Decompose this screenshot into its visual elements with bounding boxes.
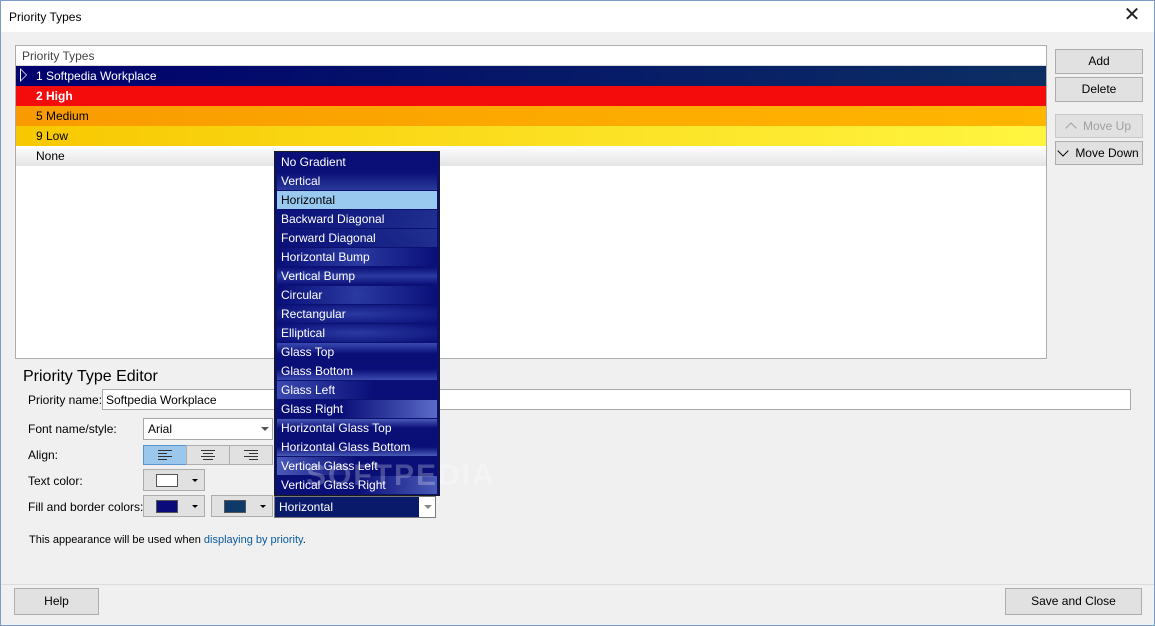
- chevron-down-icon: [192, 505, 198, 508]
- priority-name-input[interactable]: Softpedia Workplace: [102, 389, 1131, 410]
- close-icon[interactable]: ✕: [1110, 1, 1154, 32]
- chevron-down-icon: [424, 505, 432, 509]
- chevron-down-icon: [261, 427, 269, 431]
- list-row[interactable]: 2 High: [16, 86, 1046, 106]
- title-bar: Priority Types ✕: [1, 1, 1154, 32]
- gradient-option[interactable]: Glass Left: [277, 381, 437, 399]
- gradient-option-label: Forward Diagonal: [281, 231, 376, 245]
- gradient-option[interactable]: Forward Diagonal: [277, 229, 437, 247]
- info-text: This appearance will be used when displa…: [29, 534, 306, 546]
- gradient-option[interactable]: Horizontal Glass Top: [277, 419, 437, 437]
- gradient-option[interactable]: Glass Top: [277, 343, 437, 361]
- gradient-option-label: Horizontal Bump: [281, 250, 370, 264]
- gradient-option[interactable]: Rectangular: [277, 305, 437, 323]
- text-color-label: Text color:: [28, 474, 83, 488]
- move-up-label: Move Up: [1082, 119, 1132, 133]
- priority-types-window: Priority Types ✕ Priority Types 1 Softpe…: [0, 0, 1155, 626]
- info-prefix: This appearance will be used when: [29, 534, 204, 546]
- list-row[interactable]: 9 Low: [16, 126, 1046, 146]
- gradient-option[interactable]: Vertical Bump: [277, 267, 437, 285]
- gradient-option[interactable]: Circular: [277, 286, 437, 304]
- gradient-option-label: Vertical Bump: [281, 269, 356, 283]
- delete-button[interactable]: Delete: [1055, 77, 1143, 102]
- text-color-swatch: [156, 474, 178, 487]
- chevron-up-icon: [1065, 122, 1077, 134]
- align-left-button[interactable]: [143, 445, 187, 465]
- gradient-option-label: Glass Right: [281, 402, 344, 416]
- font-select[interactable]: Arial: [143, 418, 273, 440]
- list-header-label: Priority Types: [22, 49, 95, 63]
- border-color-picker[interactable]: [211, 495, 273, 517]
- add-button[interactable]: Add: [1055, 49, 1143, 74]
- chevron-down-icon: [192, 479, 198, 482]
- row-label: 2 High: [36, 89, 73, 103]
- fill-color-swatch: [156, 500, 178, 513]
- list-header: Priority Types: [16, 46, 1046, 66]
- list-row[interactable]: None: [16, 146, 1046, 166]
- gradient-option-label: Horizontal Glass Bottom: [281, 440, 411, 454]
- move-down-label: Move Down: [1075, 146, 1139, 160]
- gradient-option[interactable]: Glass Right: [277, 400, 437, 418]
- gradient-option[interactable]: Elliptical: [277, 324, 437, 342]
- current-row-arrow-icon: [20, 68, 27, 82]
- move-down-button[interactable]: Move Down: [1055, 141, 1143, 165]
- gradient-option[interactable]: No Gradient: [277, 153, 437, 171]
- row-label: None: [36, 149, 65, 163]
- window-title: Priority Types: [9, 10, 82, 24]
- align-center-button[interactable]: [186, 445, 230, 465]
- row-label: 5 Medium: [36, 109, 89, 123]
- priority-name-value: Softpedia Workplace: [106, 393, 217, 407]
- align-label: Align:: [28, 448, 59, 462]
- gradient-dropdown-list[interactable]: No Gradient Vertical Horizontal Backward Di…: [274, 151, 440, 496]
- chevron-down-icon: [260, 505, 266, 508]
- gradient-option-label: Horizontal: [281, 193, 336, 207]
- help-button[interactable]: Help: [14, 588, 99, 615]
- gradient-option[interactable]: Backward Diagonal: [277, 210, 437, 228]
- gradient-option-label: Horizontal Glass Top: [281, 421, 392, 435]
- gradient-select[interactable]: Horizontal: [274, 496, 436, 518]
- watermark: SOFTPEDIA: [306, 459, 496, 492]
- border-color-swatch: [224, 500, 246, 513]
- save-and-close-button[interactable]: Save and Close: [1005, 588, 1142, 615]
- gradient-selected: Horizontal: [275, 497, 419, 517]
- priority-name-label: Priority name:: [28, 393, 103, 407]
- gradient-option[interactable]: Vertical: [277, 172, 437, 190]
- fill-border-label: Fill and border colors:: [28, 500, 144, 514]
- gradient-option[interactable]: Horizontal: [277, 191, 437, 209]
- gradient-value: Horizontal: [279, 500, 334, 514]
- list-row[interactable]: 5 Medium: [16, 106, 1046, 126]
- gradient-option[interactable]: Horizontal Glass Bottom: [277, 438, 437, 456]
- gradient-option-label: Vertical: [281, 174, 321, 188]
- gradient-option-label: Elliptical: [281, 326, 326, 340]
- gradient-option-label: Glass Bottom: [281, 364, 354, 378]
- row-label: 1 Softpedia Workplace: [36, 69, 157, 83]
- gradient-option-label: No Gradient: [281, 155, 346, 169]
- gradient-option-label: Rectangular: [281, 307, 346, 321]
- gradient-option-label: Glass Top: [281, 345, 335, 359]
- font-label: Font name/style:: [28, 422, 117, 436]
- text-color-picker[interactable]: [143, 469, 205, 491]
- gradient-option[interactable]: Glass Bottom: [277, 362, 437, 380]
- gradient-option-label: Circular: [281, 288, 323, 302]
- fill-color-picker[interactable]: [143, 495, 205, 517]
- row-label: 9 Low: [36, 129, 69, 143]
- gradient-option-label: Backward Diagonal: [281, 212, 385, 226]
- font-value: Arial: [148, 422, 173, 436]
- gradient-option[interactable]: Horizontal Bump: [277, 248, 437, 266]
- align-right-button[interactable]: [229, 445, 273, 465]
- chevron-down-icon: [1057, 145, 1069, 157]
- editor-title: Priority Type Editor: [23, 368, 158, 385]
- info-suffix: .: [302, 534, 306, 546]
- list-row[interactable]: 1 Softpedia Workplace: [16, 66, 1046, 86]
- move-up-button[interactable]: Move Up: [1055, 114, 1143, 138]
- gradient-option-label: Glass Left: [281, 383, 336, 397]
- priority-types-list[interactable]: Priority Types 1 Softpedia Workplace 2 H…: [15, 45, 1047, 359]
- footer-divider: [1, 584, 1154, 585]
- displaying-by-priority-link[interactable]: displaying by priority: [204, 534, 303, 546]
